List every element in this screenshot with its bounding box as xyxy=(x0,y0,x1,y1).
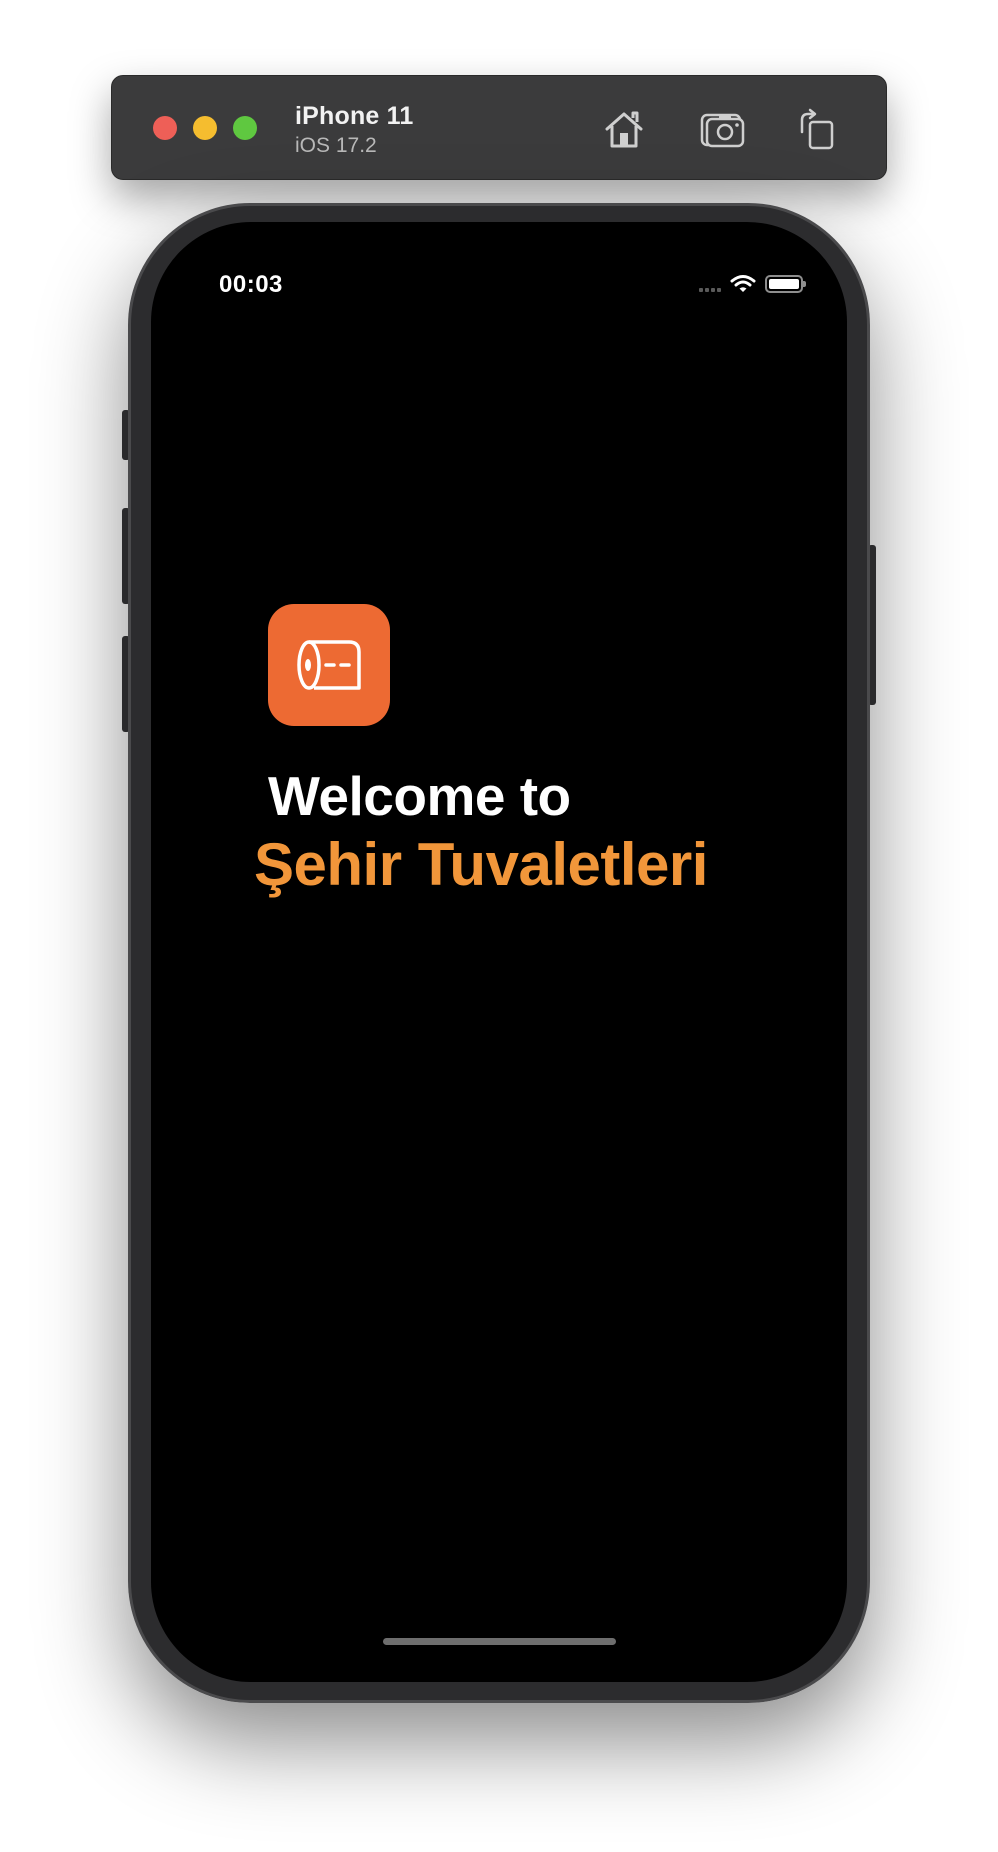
rotate-button[interactable] xyxy=(793,106,839,152)
home-indicator[interactable] xyxy=(383,1638,616,1645)
screenshot-icon xyxy=(700,113,745,148)
home-icon xyxy=(605,111,643,148)
home-button[interactable] xyxy=(601,106,647,152)
screenshot-button[interactable] xyxy=(700,106,746,152)
app-name-heading: Şehir Tuvaletleri xyxy=(254,831,708,898)
wifi-icon xyxy=(730,275,756,292)
cellular-signal-icon xyxy=(699,276,721,292)
simulator-stage: iPhone 11 iOS 17.2 00:03 Welcome to Şehi… xyxy=(0,0,998,1852)
status-time: 00:03 xyxy=(219,271,283,298)
rotate-icon xyxy=(800,108,834,150)
status-icons xyxy=(699,272,806,296)
toilet-paper-icon xyxy=(297,640,361,690)
app-logo xyxy=(268,604,390,726)
os-version: iOS 17.2 xyxy=(295,134,377,157)
simulator-toolbar: iPhone 11 iOS 17.2 xyxy=(111,75,887,180)
device-screen[interactable]: 00:03 Welcome to Şehir Tuvaletleri xyxy=(151,222,847,1682)
zoom-window-button[interactable] xyxy=(233,116,257,140)
device-name: iPhone 11 xyxy=(295,102,414,130)
welcome-heading: Welcome to xyxy=(268,765,571,827)
minimize-window-button[interactable] xyxy=(193,116,217,140)
battery-icon xyxy=(765,275,806,293)
close-window-button[interactable] xyxy=(153,116,177,140)
